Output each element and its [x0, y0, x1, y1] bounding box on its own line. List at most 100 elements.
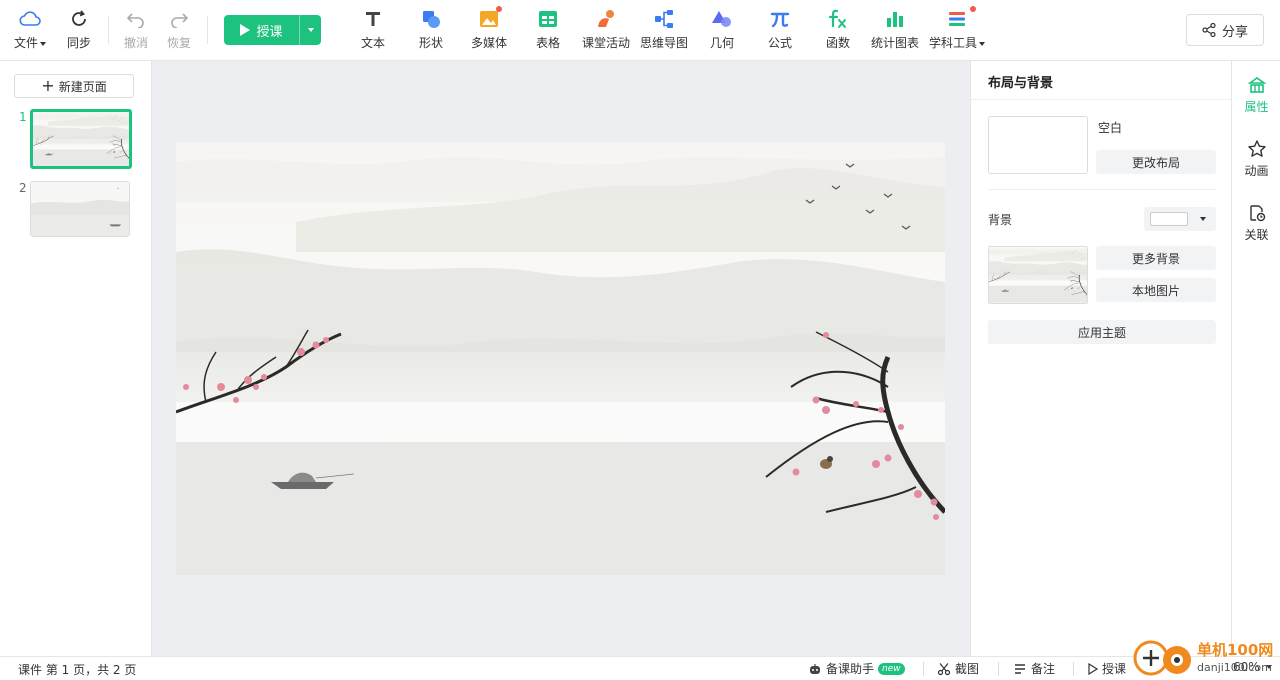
class-activity-button[interactable]: 课堂活动 — [582, 8, 630, 54]
redo-button[interactable]: 恢复 — [167, 8, 191, 54]
geometry-icon — [711, 8, 733, 30]
share-label: 分享 — [1221, 24, 1248, 40]
tab-properties[interactable]: 属性 — [1232, 75, 1280, 115]
local-image-label: 本地图片 — [1131, 283, 1180, 298]
apply-theme-button[interactable]: 应用主题 — [988, 320, 1216, 344]
pi-icon — [769, 8, 791, 30]
status-bar: 课件 第 1 页，共 2 页 备课助手 new 截图 备注 授课 60% — [0, 656, 1280, 680]
local-image-button[interactable]: 本地图片 — [1096, 278, 1216, 302]
new-page-label: 新建页面 — [58, 79, 107, 94]
notes-button[interactable]: 备注 — [1013, 660, 1055, 677]
change-layout-label: 更改布局 — [1131, 155, 1180, 170]
file-label: 文件 — [14, 36, 39, 50]
insert-media-button[interactable]: 多媒体 — [471, 6, 508, 54]
teach-dropdown-button[interactable] — [300, 15, 321, 45]
undo-label: 撤消 — [124, 36, 149, 50]
formula-button[interactable]: 公式 — [768, 8, 792, 54]
notification-dot — [970, 6, 976, 12]
activity-icon — [595, 8, 617, 30]
divider — [1073, 662, 1074, 676]
subject-tools-label: 学科工具 — [929, 36, 978, 50]
plus-icon: + — [41, 76, 55, 95]
share-button[interactable]: 分享 — [1186, 14, 1264, 46]
tab-properties-label: 属性 — [1244, 100, 1269, 114]
panel-title: 布局与背景 — [988, 76, 1054, 91]
notes-label: 备注 — [1031, 662, 1056, 676]
table-label: 表格 — [536, 36, 561, 50]
text-label: 文本 — [361, 36, 386, 50]
page-thumbnail-1[interactable] — [30, 109, 132, 169]
side-tab-bar: 属性 动画 关联 — [1231, 61, 1280, 656]
star-icon — [1247, 140, 1266, 157]
page-info: 课件 第 1 页，共 2 页 — [18, 663, 137, 677]
watermark-url: danji100.com — [1197, 661, 1272, 674]
status-teach-button[interactable]: 授课 — [1088, 660, 1126, 677]
file-menu[interactable]: 文件 — [14, 8, 47, 54]
activity-label: 课堂活动 — [582, 36, 631, 50]
more-backgrounds-button[interactable]: 更多背景 — [1096, 246, 1216, 270]
page-number: 2 — [19, 181, 27, 195]
page-thumbnail-2[interactable] — [30, 181, 130, 237]
status-teach-label: 授课 — [1102, 662, 1127, 676]
background-thumbnail-image — [989, 247, 1087, 303]
change-layout-button[interactable]: 更改布局 — [1096, 150, 1216, 174]
subject-tools-menu[interactable]: 学科工具 — [929, 6, 986, 54]
landscape-painting-background — [176, 142, 945, 575]
sync-button[interactable]: 同步 — [67, 8, 91, 54]
sync-label: 同步 — [67, 36, 92, 50]
media-icon — [478, 6, 502, 30]
toolbar-divider — [108, 16, 109, 44]
media-label: 多媒体 — [471, 36, 508, 50]
geometry-button[interactable]: 几何 — [710, 8, 734, 54]
sync-icon — [68, 8, 90, 30]
chevron-down-icon — [979, 41, 986, 46]
layout-name: 空白 — [1098, 121, 1123, 135]
background-color-picker[interactable] — [1144, 207, 1216, 231]
notes-icon — [1015, 663, 1025, 674]
share-icon — [1202, 23, 1216, 37]
background-preview[interactable] — [988, 246, 1088, 304]
chevron-down-icon — [1200, 217, 1206, 221]
chart-button[interactable]: 统计图表 — [871, 8, 919, 54]
scissors-icon — [937, 662, 951, 675]
current-slide[interactable] — [176, 142, 945, 575]
watermark-title: 单机100网 — [1197, 641, 1274, 659]
divider — [998, 662, 999, 676]
shape-icon — [420, 8, 442, 30]
function-button[interactable]: 函数 — [826, 8, 850, 54]
teach-button-group: 授课 — [224, 15, 321, 45]
mindmap-label: 思维导图 — [640, 36, 689, 50]
new-badge: new — [878, 662, 905, 675]
tab-link-label: 关联 — [1244, 228, 1269, 242]
new-page-button[interactable]: + 新建页面 — [14, 74, 134, 98]
slide-thumbnail-image — [31, 182, 129, 236]
chart-label: 统计图表 — [871, 36, 920, 50]
function-icon — [827, 8, 849, 30]
divider — [988, 189, 1216, 190]
tab-link[interactable]: 关联 — [1232, 203, 1280, 243]
assistant-button[interactable]: 备课助手 new — [808, 660, 905, 677]
properties-panel: 布局与背景 空白 更改布局 背景 更多背景 本地图片 应用主题 — [970, 61, 1232, 656]
insert-text-button[interactable]: 文本 — [361, 8, 385, 54]
play-icon — [240, 24, 251, 36]
function-label: 函数 — [826, 36, 851, 50]
robot-icon — [810, 663, 820, 674]
tab-animation[interactable]: 动画 — [1232, 139, 1280, 179]
tab-animation-label: 动画 — [1244, 164, 1269, 178]
insert-shape-button[interactable]: 形状 — [419, 8, 443, 54]
geometry-label: 几何 — [710, 36, 735, 50]
properties-icon — [1247, 77, 1266, 93]
cloud-icon — [19, 8, 41, 30]
redo-icon — [168, 8, 190, 30]
teach-button[interactable]: 授课 — [224, 15, 300, 45]
toolbar: 文件 同步 撤消 恢复 授课 文本 形状 多媒体 表格 课堂活动 思维导图 几何… — [0, 0, 1280, 61]
divider — [971, 99, 1232, 100]
watermark-logo — [1133, 640, 1191, 676]
editor-canvas[interactable] — [152, 61, 970, 656]
mindmap-button[interactable]: 思维导图 — [640, 8, 688, 54]
insert-table-button[interactable]: 表格 — [536, 8, 560, 54]
layout-preview[interactable] — [988, 116, 1088, 174]
divider — [923, 662, 924, 676]
undo-button[interactable]: 撤消 — [124, 8, 148, 54]
screenshot-button[interactable]: 截图 — [937, 660, 979, 677]
